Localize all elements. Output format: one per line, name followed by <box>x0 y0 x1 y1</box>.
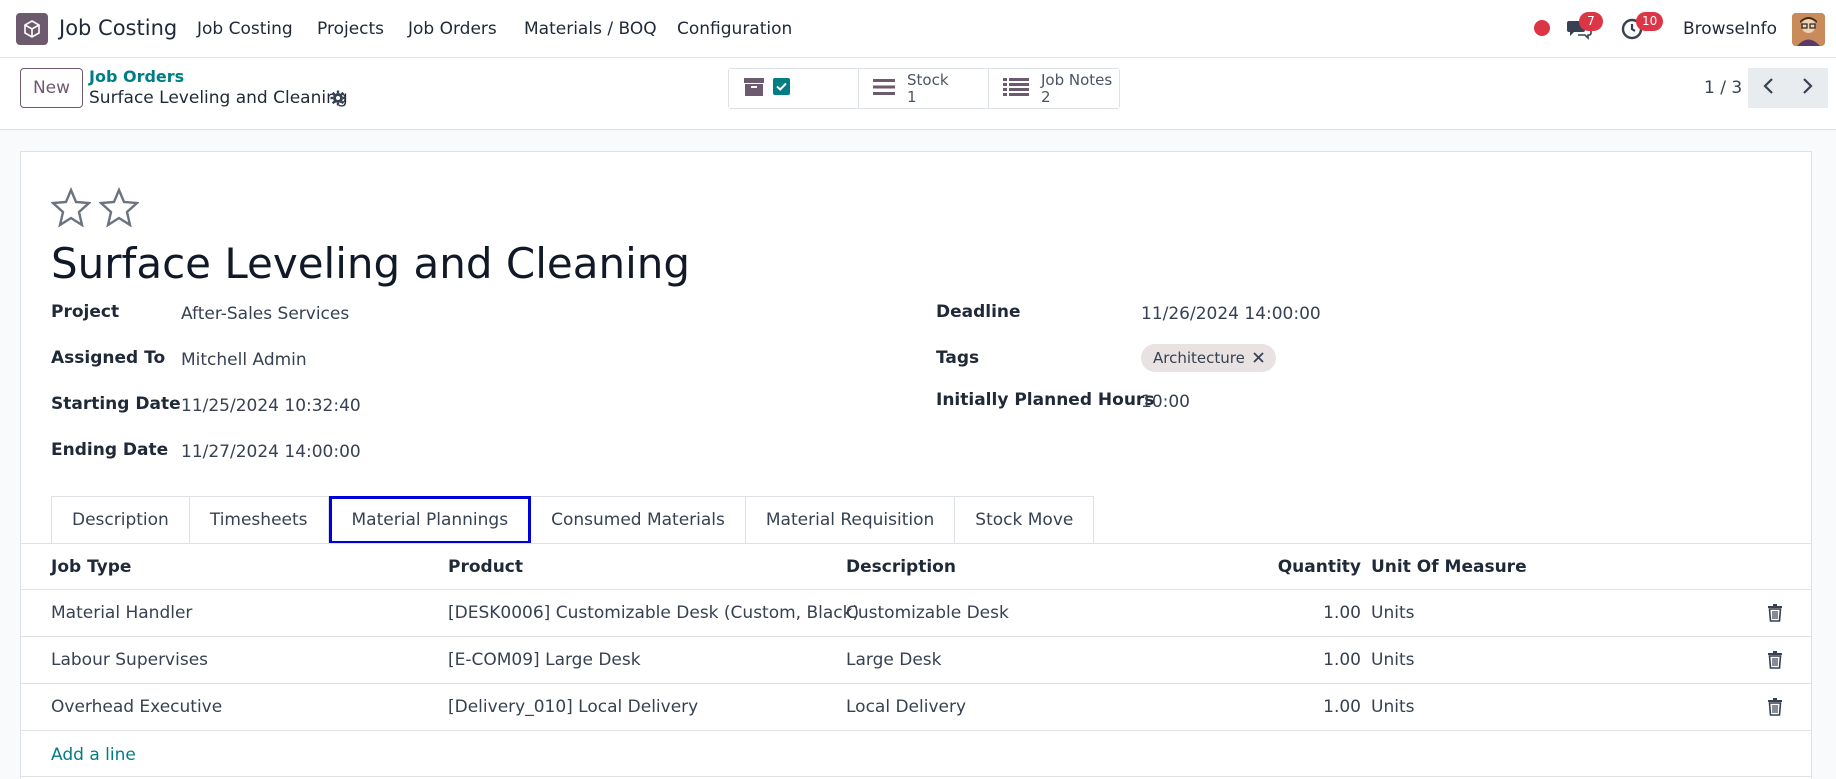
trash-icon[interactable] <box>1767 651 1783 669</box>
menu-job-costing[interactable]: Job Costing <box>197 19 293 39</box>
column-header-product[interactable]: Product <box>448 557 523 577</box>
cell-product[interactable]: [DESK0006] Customizable Desk (Custom, Bl… <box>448 603 859 623</box>
field-label-deadline: Deadline <box>936 302 1021 322</box>
new-button[interactable]: New <box>20 68 83 108</box>
gear-icon[interactable] <box>330 90 346 106</box>
field-value-ending-date[interactable]: 11/27/2024 14:00:00 <box>181 442 361 462</box>
stock-label: Stock <box>907 70 949 89</box>
field-label-tags: Tags <box>936 348 980 368</box>
user-name[interactable]: BrowseInfo <box>1683 19 1777 39</box>
list-lines-icon <box>873 78 895 100</box>
smart-button-group: Stock 1 Job Notes 2 <box>728 68 1120 109</box>
cell-job-type[interactable]: Overhead Executive <box>51 697 222 717</box>
cell-unit[interactable]: Units <box>1371 650 1414 670</box>
stock-smart-button[interactable]: Stock 1 <box>859 69 989 108</box>
activity-count-badge: 10 <box>1636 12 1664 31</box>
tab-divider <box>21 543 1811 544</box>
stock-count: 1 <box>907 87 917 106</box>
tab-consumed-materials[interactable]: Consumed Materials <box>531 496 746 544</box>
tag-label: Architecture <box>1153 349 1245 367</box>
remove-tag-icon[interactable] <box>1253 349 1264 367</box>
app-logo-icon[interactable] <box>16 13 48 45</box>
column-header-quantity[interactable]: Quantity <box>1278 557 1361 577</box>
column-header-job-type[interactable]: Job Type <box>51 557 131 577</box>
chevron-right-icon <box>1802 77 1814 99</box>
bullet-list-icon <box>1003 77 1029 101</box>
cell-quantity[interactable]: 1.00 <box>1323 650 1361 670</box>
status-dot-icon[interactable] <box>1534 20 1550 36</box>
priority-stars <box>50 186 140 231</box>
cell-unit[interactable]: Units <box>1371 697 1414 717</box>
add-line-link[interactable]: Add a line <box>51 745 136 765</box>
job-notes-smart-button[interactable]: Job Notes 2 <box>989 69 1119 108</box>
breadcrumb-current: Surface Leveling and Cleaning <box>89 88 348 108</box>
cell-quantity[interactable]: 1.00 <box>1323 697 1361 717</box>
field-value-project[interactable]: After-Sales Services <box>181 304 349 324</box>
field-value-planned-hours[interactable]: 10:00 <box>1141 392 1190 412</box>
menu-projects[interactable]: Projects <box>317 19 384 39</box>
form-sheet: Surface Leveling and Cleaning Project Af… <box>20 151 1812 779</box>
table-row[interactable]: Labour Supervises [E-COM09] Large Desk L… <box>21 636 1811 683</box>
star-outline-icon[interactable] <box>98 186 140 231</box>
pager-next-button[interactable] <box>1788 68 1828 108</box>
trash-icon[interactable] <box>1767 604 1783 622</box>
field-label-project: Project <box>51 302 120 322</box>
cell-unit[interactable]: Units <box>1371 603 1414 623</box>
cell-product[interactable]: [E-COM09] Large Desk <box>448 650 641 670</box>
pager-previous-button[interactable] <box>1748 68 1788 108</box>
control-panel: New Job Orders Surface Leveling and Clea… <box>0 58 1836 130</box>
breadcrumb-parent-link[interactable]: Job Orders <box>89 67 184 86</box>
archive-box-icon <box>743 77 765 101</box>
cell-description[interactable]: Large Desk <box>846 650 941 670</box>
field-value-starting-date[interactable]: 11/25/2024 10:32:40 <box>181 396 361 416</box>
field-label-assigned-to: Assigned To <box>51 348 166 368</box>
cell-description[interactable]: Local Delivery <box>846 697 966 717</box>
column-header-unit-of-measure[interactable]: Unit Of Measure <box>1371 557 1527 577</box>
app-name[interactable]: Job Costing <box>59 16 177 40</box>
archive-toggle-button[interactable] <box>729 69 859 108</box>
field-label-starting-date: Starting Date <box>51 394 181 414</box>
avatar[interactable] <box>1792 13 1825 46</box>
job-notes-label: Job Notes <box>1041 70 1113 89</box>
pager-value[interactable]: 1 / 3 <box>1704 78 1742 98</box>
tab-material-requisition[interactable]: Material Requisition <box>745 496 956 544</box>
table-row[interactable]: Material Handler [DESK0006] Customizable… <box>21 589 1811 636</box>
field-label-planned-hours: Initially Planned Hours <box>936 390 1155 410</box>
job-notes-count: 2 <box>1041 87 1051 106</box>
tab-description[interactable]: Description <box>51 496 190 544</box>
chevron-left-icon <box>1762 77 1774 99</box>
tag-chip[interactable]: Architecture <box>1141 344 1276 372</box>
cell-product[interactable]: [Delivery_010] Local Delivery <box>448 697 698 717</box>
checkbox-checked-icon[interactable] <box>773 78 790 99</box>
chat-count-badge: 7 <box>1579 12 1603 31</box>
tab-timesheets[interactable]: Timesheets <box>189 496 329 544</box>
top-navbar: Job Costing Job Costing Projects Job Ord… <box>0 0 1836 58</box>
cell-job-type[interactable]: Labour Supervises <box>51 650 208 670</box>
table-row[interactable]: Overhead Executive [Delivery_010] Local … <box>21 683 1811 730</box>
star-outline-icon[interactable] <box>50 186 92 231</box>
menu-materials-boq[interactable]: Materials / BOQ <box>524 19 657 39</box>
trash-icon[interactable] <box>1767 698 1783 716</box>
tab-stock-move[interactable]: Stock Move <box>955 496 1095 544</box>
cell-quantity[interactable]: 1.00 <box>1323 603 1361 623</box>
record-title[interactable]: Surface Leveling and Cleaning <box>51 239 690 288</box>
cell-job-type[interactable]: Material Handler <box>51 603 192 623</box>
menu-job-orders[interactable]: Job Orders <box>408 19 497 39</box>
add-line-row <box>21 730 1811 777</box>
menu-configuration[interactable]: Configuration <box>677 19 792 39</box>
field-value-assigned-to[interactable]: Mitchell Admin <box>181 350 307 370</box>
tab-material-plannings[interactable]: Material Plannings <box>328 496 532 544</box>
field-label-ending-date: Ending Date <box>51 440 169 460</box>
notebook-tabs: Description Timesheets Material Planning… <box>51 496 1095 544</box>
field-value-deadline[interactable]: 11/26/2024 14:00:00 <box>1141 304 1321 324</box>
cell-description[interactable]: Customizable Desk <box>846 603 1009 623</box>
column-header-description[interactable]: Description <box>846 557 956 577</box>
